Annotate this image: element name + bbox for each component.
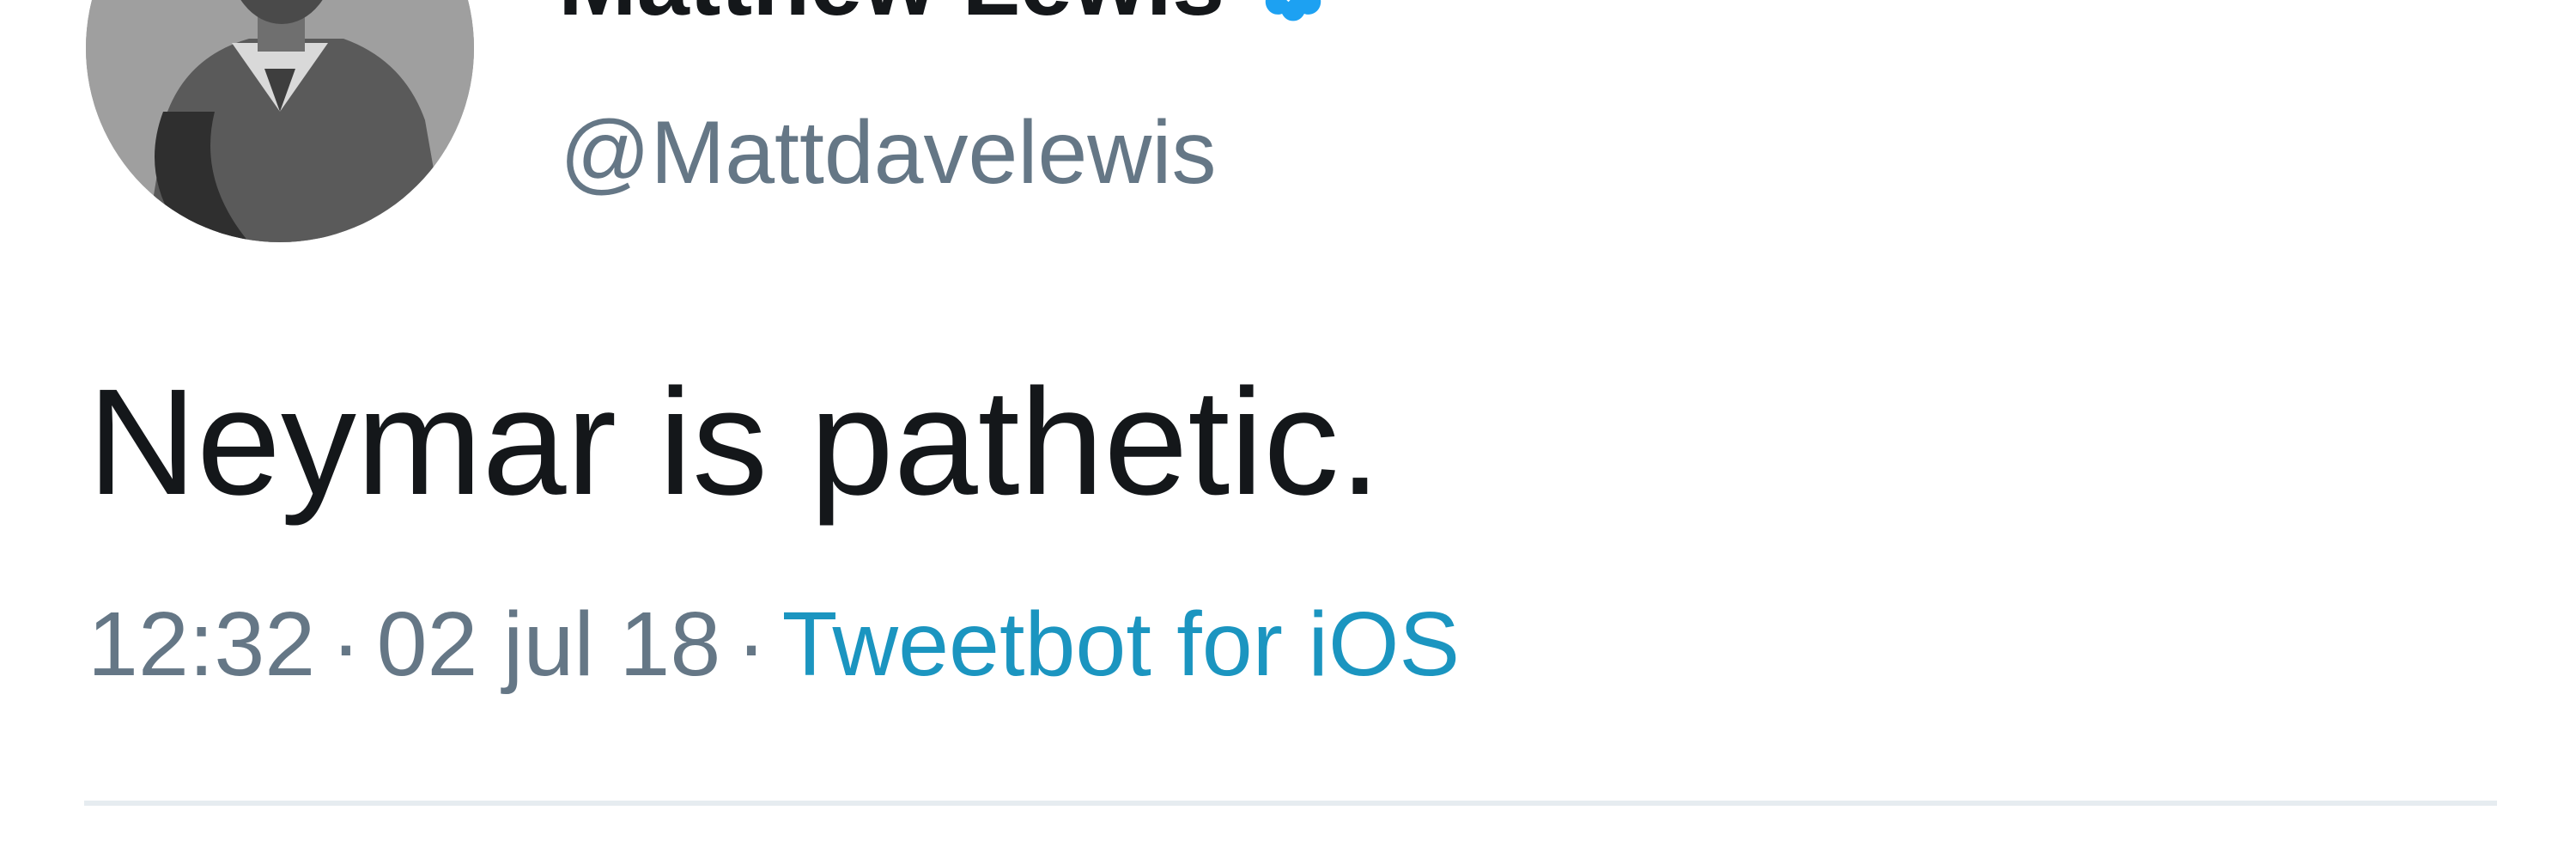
author-handle[interactable]: @Mattdavelewis — [560, 93, 1217, 213]
verified-badge-icon — [1255, 0, 1332, 26]
tweet-time[interactable]: 12:32 — [88, 594, 315, 695]
display-name-row[interactable]: Matthew Lewis — [558, 0, 1332, 30]
author-avatar[interactable] — [86, 0, 474, 242]
divider — [84, 801, 2497, 806]
tweet-text: Neymar is pathetic. — [88, 358, 1382, 527]
tweet-meta: 12:32 · 02 jul 18 · Tweetbot for iOS — [88, 584, 1460, 704]
tweet-date[interactable]: 02 jul 18 — [377, 594, 721, 695]
tweet-source-link[interactable]: Tweetbot for iOS — [782, 594, 1460, 695]
tweet-card: Matthew Lewis @Mattdavelewis Neymar is p… — [0, 0, 2576, 859]
person-avatar-icon — [86, 0, 474, 242]
author-display-name[interactable]: Matthew Lewis — [558, 0, 1224, 35]
meta-separator: · — [331, 594, 361, 695]
meta-separator: · — [736, 594, 767, 695]
